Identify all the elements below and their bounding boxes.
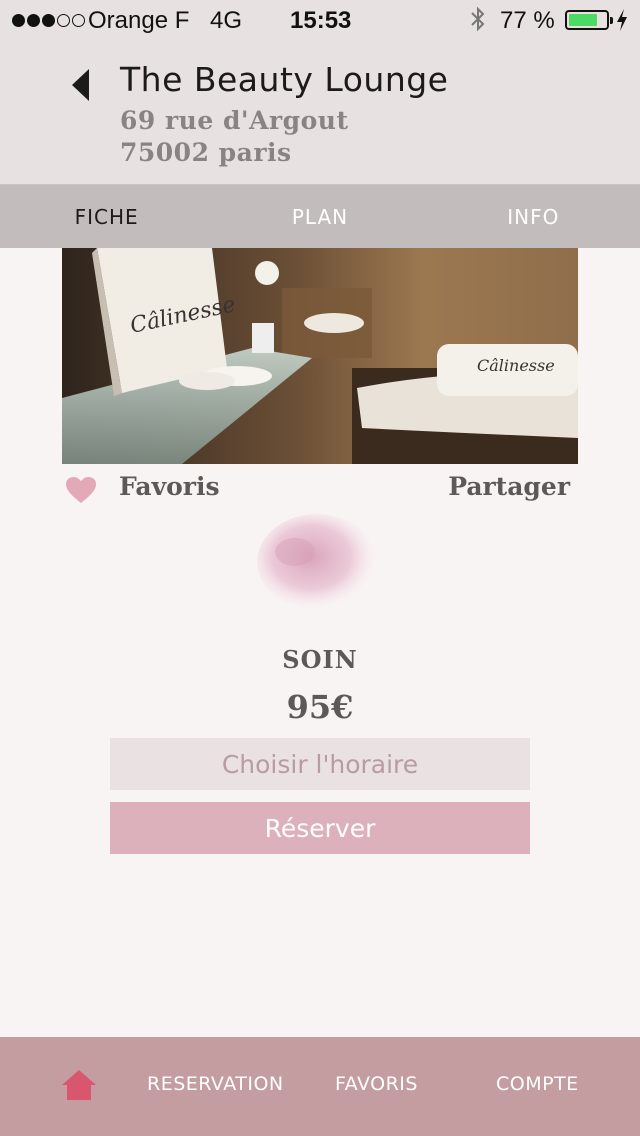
actions-row: Favoris Partager (62, 472, 578, 508)
tab-plan[interactable]: PLAN (213, 185, 426, 248)
service-price: 95€ (286, 688, 354, 726)
carrier-name: Orange F (88, 7, 190, 34)
battery-percent: 77 % (500, 7, 555, 34)
powder-icon (257, 514, 377, 610)
chevron-left-icon (72, 69, 89, 101)
favorite-button[interactable]: Favoris (119, 472, 220, 501)
network-type: 4G (210, 7, 243, 34)
nav-item-compte[interactable]: COMPTE (496, 1073, 579, 1095)
tab-fiche[interactable]: FICHE (0, 185, 213, 248)
charging-icon (617, 9, 627, 31)
signal-strength-icon (12, 12, 85, 28)
bottom-nav: RESERVATION FAVORIS COMPTE (0, 1037, 640, 1136)
home-icon[interactable] (60, 1067, 98, 1105)
venue-title: The Beauty Lounge (120, 60, 449, 99)
status-bar: Orange F 4G 15:53 77 % (0, 0, 640, 40)
choose-time-button[interactable]: Choisir l'horaire (110, 738, 530, 790)
back-button[interactable] (62, 65, 98, 105)
venue-address-line2: 75002 paris (120, 138, 292, 167)
nav-item-reservation[interactable]: RESERVATION (147, 1073, 284, 1095)
venue-photo: Câlinesse Câlinesse (62, 248, 578, 464)
book-button[interactable]: Réserver (110, 802, 530, 854)
nav-item-favoris[interactable]: FAVORIS (335, 1073, 418, 1095)
battery-icon (565, 10, 613, 30)
share-button[interactable]: Partager (448, 472, 570, 501)
venue-header: The Beauty Lounge 69 rue d'Argout 75002 … (0, 40, 640, 185)
bluetooth-icon (471, 6, 485, 32)
tab-info[interactable]: INFO (427, 185, 640, 248)
status-time: 15:53 (290, 7, 352, 34)
towel-brand-text: Câlinesse (477, 356, 555, 375)
heart-icon[interactable] (65, 476, 97, 504)
venue-address-line1: 69 rue d'Argout (120, 106, 349, 135)
service-title: SOIN (282, 645, 358, 674)
tab-bar: FICHE PLAN INFO (0, 185, 640, 248)
